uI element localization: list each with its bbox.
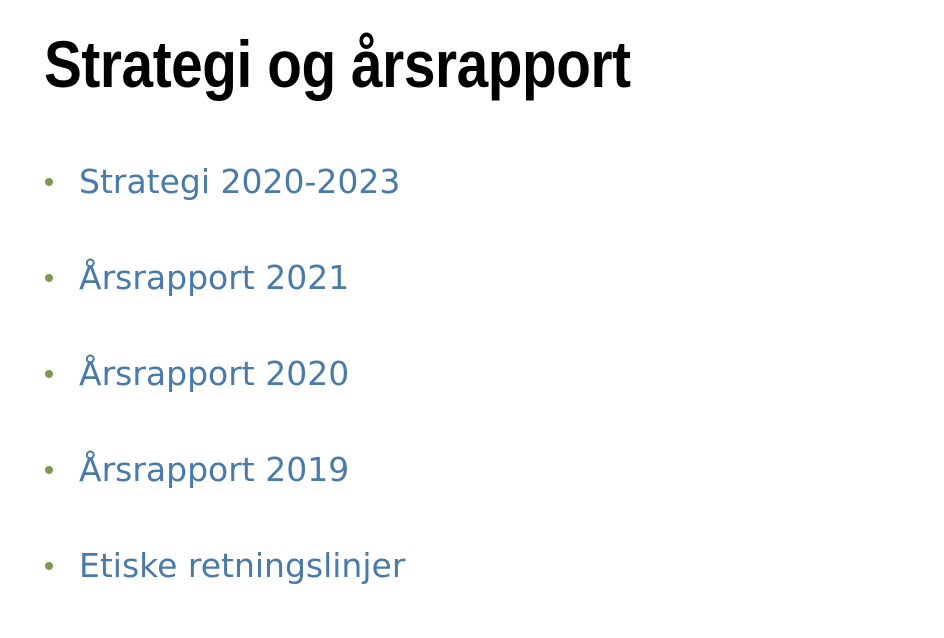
link-arsrapport-2019[interactable]: Årsrapport 2019 [79,446,349,494]
link-etiske-retningslinjer[interactable]: Etiske retningslinjer [79,542,405,590]
link-arsrapport-2020[interactable]: Årsrapport 2020 [79,350,349,398]
bullet-icon [45,466,53,474]
bullet-icon [45,370,53,378]
bullet-icon [45,178,53,186]
page-title: Strategi og årsrapport [44,27,631,101]
bullet-icon [45,562,53,570]
link-arsrapport-2021[interactable]: Årsrapport 2021 [79,254,349,302]
link-strategi-2020-2023[interactable]: Strategi 2020-2023 [79,158,400,206]
bullet-icon [45,274,53,282]
